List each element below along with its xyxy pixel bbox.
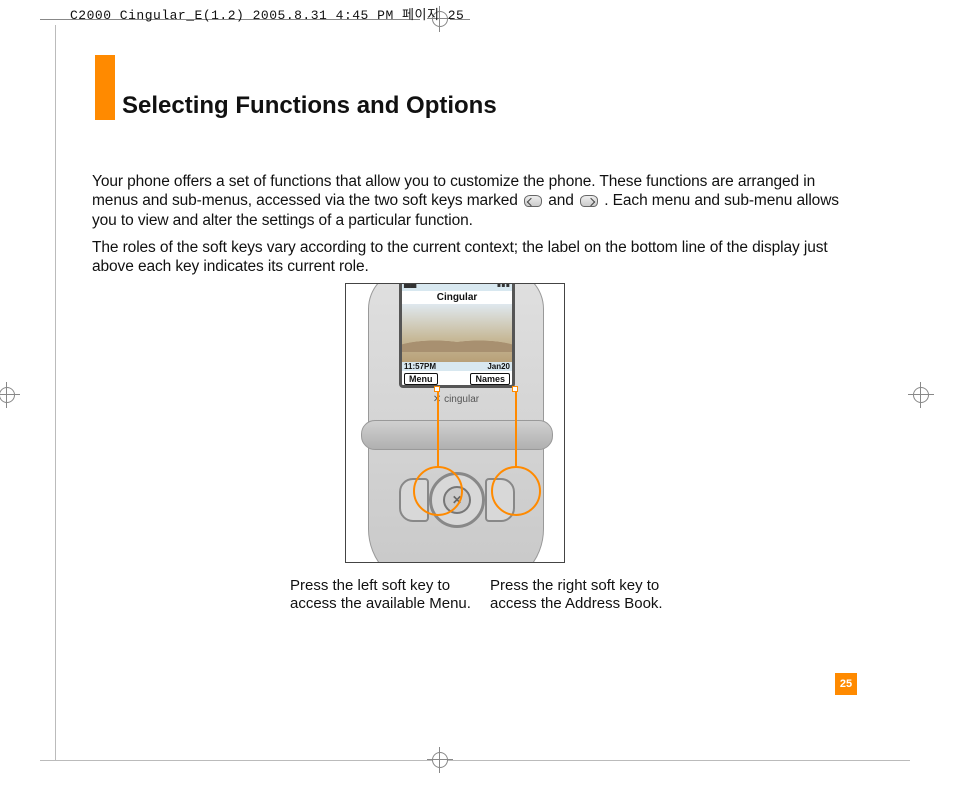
registration-mark-icon	[908, 382, 934, 408]
caption-left-softkey: Press the left soft key to access the av…	[290, 577, 480, 613]
time-label: 11:57PM	[404, 362, 436, 371]
crop-mark	[55, 25, 56, 760]
phone-hinge	[361, 420, 553, 450]
crop-mark	[40, 760, 910, 761]
wallpaper	[402, 304, 512, 362]
softkey-right-label: Names	[470, 373, 510, 385]
registration-mark-icon	[427, 747, 453, 773]
time-date-bar: 11:57PM Jan20	[402, 362, 512, 371]
intro-paragraph-2: The roles of the soft keys vary accordin…	[92, 238, 847, 277]
intro-paragraph-1: Your phone offers a set of functions tha…	[92, 172, 847, 230]
carrier-label: Cingular	[402, 291, 512, 304]
softkey-left-label: Menu	[404, 373, 438, 385]
signal-icon: ▙▟	[404, 283, 416, 291]
section-accent-block	[95, 55, 115, 120]
phone-body: ▙▟ ▮▮▮ Cingular 11:57PM Jan20 Menu Names…	[368, 283, 544, 563]
left-softkey-highlight-circle	[413, 466, 463, 516]
caption-right-softkey: Press the right soft key to access the A…	[490, 577, 680, 613]
callout-anchor-right	[512, 386, 518, 392]
right-softkey-icon	[580, 195, 598, 207]
document-meta-header: C2000 Cingular_E(1.2) 2005.8.31 4:45 PM …	[70, 4, 464, 23]
para1-text-b: and	[548, 192, 578, 209]
left-softkey-icon	[524, 195, 542, 207]
manual-page: C2000 Cingular_E(1.2) 2005.8.31 4:45 PM …	[0, 0, 954, 794]
right-softkey-highlight-circle	[491, 466, 541, 516]
section-title: Selecting Functions and Options	[122, 92, 497, 120]
page-number: 25	[835, 673, 857, 695]
battery-icon: ▮▮▮	[497, 283, 510, 291]
phone-illustration: ▙▟ ▮▮▮ Cingular 11:57PM Jan20 Menu Names…	[345, 283, 565, 563]
status-bar: ▙▟ ▮▮▮	[402, 283, 512, 291]
registration-mark-icon	[0, 382, 20, 408]
callout-anchor-left	[434, 386, 440, 392]
callout-line-left	[437, 390, 439, 468]
callout-line-right	[515, 390, 517, 468]
softkey-labels: Menu Names	[402, 371, 512, 385]
phone-screen: ▙▟ ▮▮▮ Cingular 11:57PM Jan20 Menu Names	[399, 283, 515, 388]
date-label: Jan20	[487, 362, 510, 371]
